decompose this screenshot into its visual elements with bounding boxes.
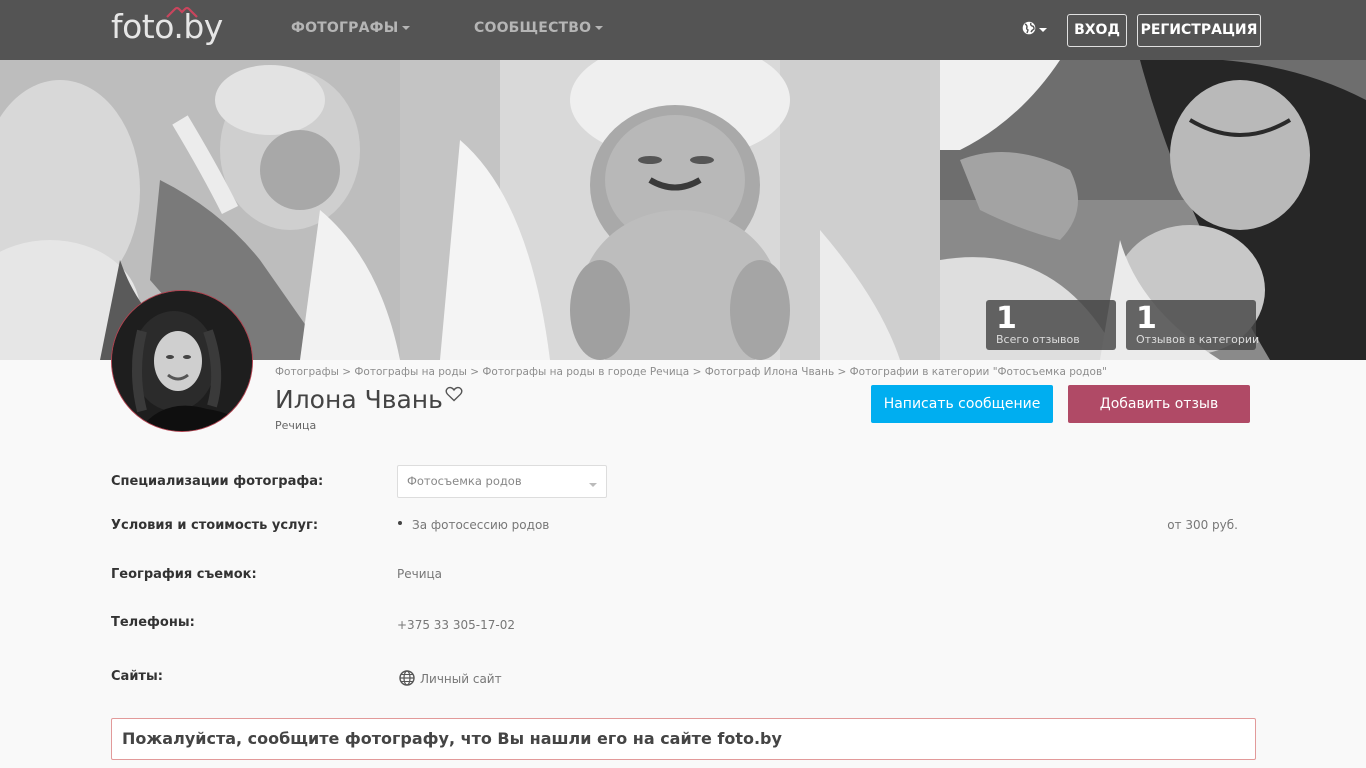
nav-photographers-label: ФОТОГРАФЫ xyxy=(291,20,399,36)
globe-icon xyxy=(1022,21,1036,35)
breadcrumb-item[interactable]: Фотографии в категории "Фотосъемка родов… xyxy=(850,366,1107,378)
nav-community-label: СООБЩЕСТВО xyxy=(474,20,592,36)
logo-roof-icon xyxy=(166,6,198,18)
chevron-down-icon xyxy=(1039,28,1047,32)
site-logo[interactable]: foto.by xyxy=(111,6,223,47)
service-price: от 300 руб. xyxy=(1167,518,1238,532)
photographer-name: Илона Чвань xyxy=(275,385,443,414)
breadcrumb: Фотографы > Фотографы на роды > Фотограф… xyxy=(275,366,1108,378)
breadcrumb-item[interactable]: Фотографы xyxy=(275,366,339,378)
specialization-selected-value: Фотосъемка родов xyxy=(407,474,522,488)
send-message-button[interactable]: Написать сообщение xyxy=(871,385,1053,423)
phones-label: Телефоны: xyxy=(111,615,195,630)
stat-total-reviews-value: 1 xyxy=(996,301,1017,336)
chevron-down-icon xyxy=(402,26,411,30)
top-navbar: foto.by ФОТОГРАФЫ СООБЩЕСТВО ВХОД РЕГИСТ… xyxy=(0,0,1366,60)
geography-value: Речица xyxy=(397,567,443,581)
breadcrumb-item[interactable]: Фотографы на роды xyxy=(354,366,467,378)
services-label: Условия и стоимость услуг: xyxy=(111,518,319,533)
specializations-label: Специализации фотографа: xyxy=(111,474,324,489)
photographer-city: Речица xyxy=(275,419,317,432)
stat-category-reviews-label: Отзывов в категории xyxy=(1136,333,1260,346)
stat-total-reviews-label: Всего отзывов xyxy=(996,333,1080,346)
stat-category-reviews: 1 Отзывов в категории xyxy=(1126,300,1260,350)
bullet-icon xyxy=(398,521,402,525)
specialization-select[interactable]: Фотосъемка родов xyxy=(397,465,607,498)
nav-community[interactable]: СООБЩЕСТВО xyxy=(474,20,604,36)
personal-site-label: Личный сайт xyxy=(420,672,502,686)
register-button[interactable]: РЕГИСТРАЦИЯ xyxy=(1137,14,1261,47)
sites-label: Сайты: xyxy=(111,669,163,684)
stat-total-reviews: 1 Всего отзывов xyxy=(986,300,1116,350)
stat-category-reviews-value: 1 xyxy=(1136,301,1157,336)
chevron-down-icon xyxy=(589,483,597,487)
heart-icon[interactable] xyxy=(445,386,463,402)
login-button[interactable]: ВХОД xyxy=(1067,14,1127,47)
breadcrumb-item[interactable]: Фотографы на роды в городе Речица xyxy=(482,366,689,378)
avatar xyxy=(111,290,253,432)
breadcrumb-item[interactable]: Фотограф Илона Чвань xyxy=(705,366,834,378)
notice-banner: Пожалуйста, сообщите фотографу, что Вы н… xyxy=(111,718,1256,760)
chevron-down-icon xyxy=(595,26,604,30)
nav-photographers[interactable]: ФОТОГРАФЫ xyxy=(291,20,411,36)
personal-site-link[interactable]: Личный сайт xyxy=(399,670,502,686)
cover-photo-2 xyxy=(400,60,940,360)
globe-icon xyxy=(399,670,415,686)
add-review-button[interactable]: Добавить отзыв xyxy=(1068,385,1250,423)
phone-value[interactable]: +375 33 305-17-02 xyxy=(397,618,515,632)
language-selector[interactable] xyxy=(1022,20,1048,40)
notice-text: Пожалуйста, сообщите фотографу, что Вы н… xyxy=(122,729,782,748)
geography-label: География съемок: xyxy=(111,567,257,582)
service-name: За фотосессию родов xyxy=(412,518,550,532)
